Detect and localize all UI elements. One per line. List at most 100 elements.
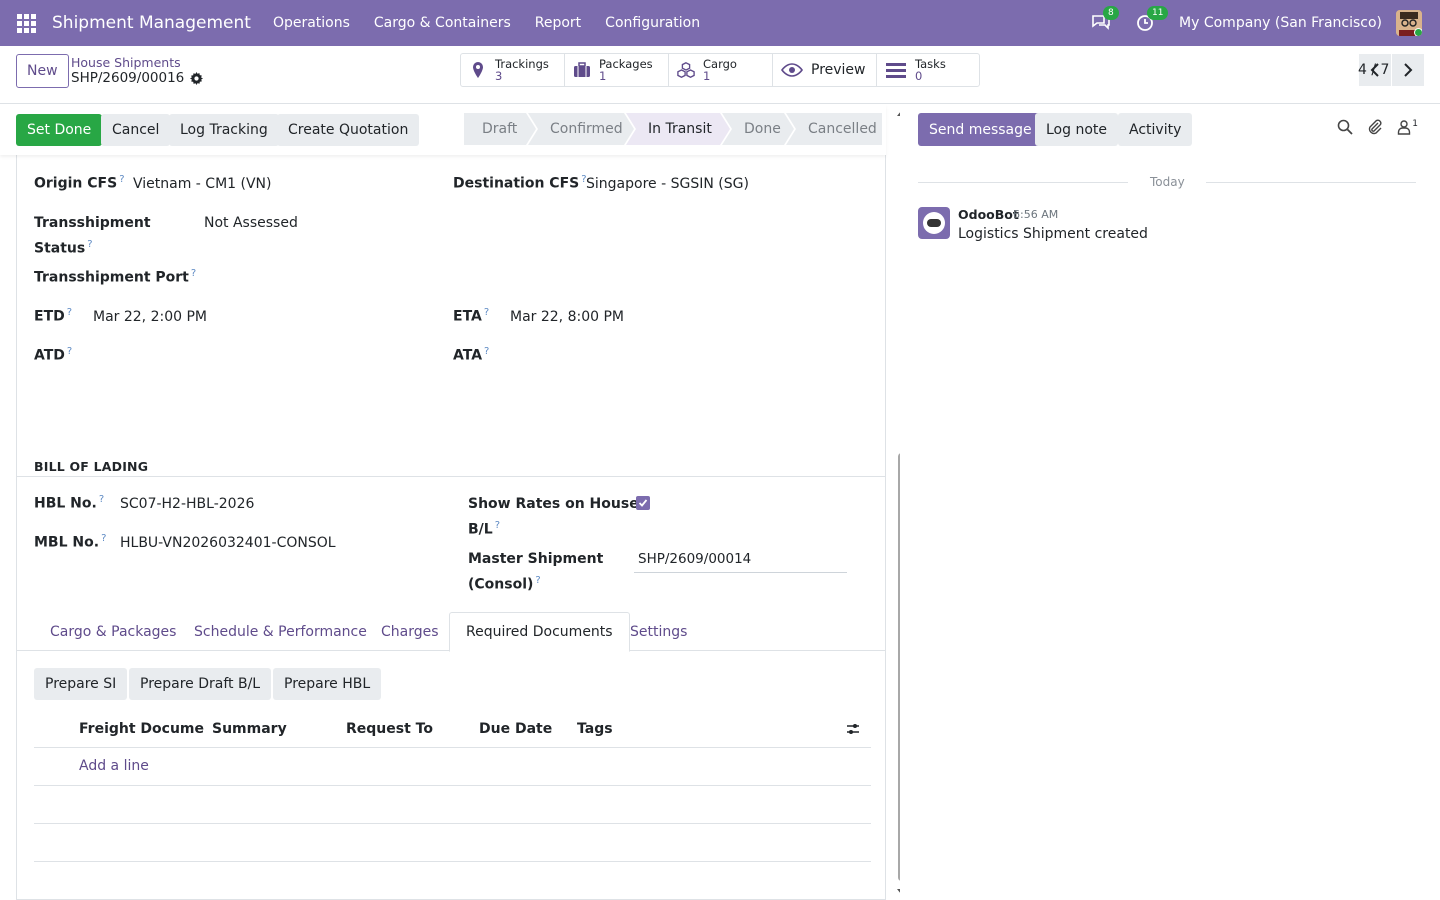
transshipment-port-label: Transshipment Port? [34,268,197,286]
set-done-button[interactable]: Set Done [16,114,103,146]
log-tracking-button[interactable]: Log Tracking [169,114,279,146]
pager-next-button[interactable] [1392,54,1424,86]
log-note-button[interactable]: Log note [1035,113,1118,146]
eta-field[interactable]: Mar 22, 8:00 PM [510,309,624,325]
search-icon[interactable] [1337,119,1353,135]
transshipment-status-field[interactable]: Not Assessed [204,215,298,231]
message-time: 6:56 AM [1013,208,1059,221]
tasks-list-icon [886,63,906,78]
bill-of-lading-section-title: BILL OF LADING [34,459,149,474]
map-pin-icon [473,62,483,78]
control-panel: New House Shipments SHP/2609/00016 Track… [0,46,1440,104]
stage-cancelled[interactable]: Cancelled [786,113,882,145]
etd-field[interactable]: Mar 22, 2:00 PM [93,309,207,325]
cubes-icon [677,62,695,78]
trackings-count: 3 [495,69,503,83]
menu-operations[interactable]: Operations [273,15,350,31]
paperclip-icon[interactable] [1367,119,1383,135]
etd-label: ETD? [34,307,73,325]
trackings-smart-button[interactable]: Trackings 3 [461,54,565,86]
hbl-no-label: HBL No.? [34,494,105,512]
odoobot-avatar[interactable] [918,207,950,239]
show-rates-label: Show Rates on House B/L? [468,496,639,538]
tab-cargo-packages[interactable]: Cargo & Packages [34,612,192,651]
activities-button[interactable]: 11 [1135,6,1169,34]
atd-label: ATD? [34,346,73,364]
new-button[interactable]: New [16,54,69,88]
table-row: Add a line [34,748,871,786]
packages-smart-button[interactable]: Packages 1 [565,54,669,86]
tasks-smart-button[interactable]: Tasks 0 [877,54,979,86]
stage-confirmed[interactable]: Confirmed [528,113,634,145]
chatter-panel: Send message Log note Activity 1 Today O… [900,105,1440,900]
optional-columns-icon[interactable] [846,722,860,736]
add-a-line-link[interactable]: Add a line [79,758,149,774]
activities-badge: 11 [1147,6,1169,20]
section-divider [17,476,886,477]
create-quotation-button[interactable]: Create Quotation [277,114,420,146]
table-row [34,786,871,824]
cargo-smart-button[interactable]: Cargo 1 [669,54,773,86]
gear-icon[interactable] [190,72,204,85]
preview-smart-button[interactable]: Preview [773,54,877,86]
stage-done[interactable]: Done [722,113,794,145]
master-shipment-label: Master Shipment (Consol)? [468,551,604,593]
menu-cargo-containers[interactable]: Cargo & Containers [374,15,511,31]
form-view: Set Done Cancel Log Tracking Create Quot… [0,105,900,900]
mbl-no-label: MBL No.? [34,533,107,551]
column-due-date[interactable]: Due Date [479,721,552,737]
messages-button[interactable]: 8 [1091,6,1119,34]
messages-badge: 8 [1103,6,1119,20]
chatter-tools: 1 [1337,119,1418,135]
table-row [34,824,871,862]
trackings-label: Trackings [495,57,549,71]
column-request-to[interactable]: Request To [346,721,433,737]
prepare-si-button[interactable]: Prepare SI [34,668,128,700]
app-title[interactable]: Shipment Management [52,13,251,33]
tab-required-documents[interactable]: Required Documents [449,612,630,652]
tab-schedule-performance[interactable]: Schedule & Performance [178,612,383,651]
followers-count: 1 [1412,119,1418,129]
cancel-button[interactable]: Cancel [101,114,171,146]
mbl-no-field[interactable]: HLBU-VN2026032401-CONSOL [120,535,336,551]
activity-button[interactable]: Activity [1118,113,1193,146]
stage-draft[interactable]: Draft [464,113,536,145]
column-freight-document[interactable]: Freight Docume... [79,721,204,737]
menu-report[interactable]: Report [535,15,581,31]
checkmark-icon [638,499,648,507]
pager: 4 / 7 [1358,54,1440,86]
followers-button[interactable]: 1 [1397,119,1418,135]
pager-value[interactable]: 4 / 7 [1358,62,1389,78]
eye-icon [781,63,803,77]
suitcase-icon [574,62,590,77]
date-separator: Today [918,175,1416,189]
stage-in-transit[interactable]: In Transit [626,113,730,145]
breadcrumb-current: SHP/2609/00016 [71,70,204,87]
master-shipment-field[interactable]: SHP/2609/00014 [634,549,847,573]
menu-configuration[interactable]: Configuration [605,15,700,31]
hbl-no-field[interactable]: SC07-H2-HBL-2026 [120,496,254,512]
form-statusbar: Set Done Cancel Log Tracking Create Quot… [0,105,886,155]
prepare-draft-bl-button[interactable]: Prepare Draft B/L [129,668,272,700]
message-body: Logistics Shipment created [958,226,1148,242]
top-navbar: Shipment Management Operations Cargo & C… [0,0,1440,46]
company-switcher[interactable]: My Company (San Francisco) [1179,15,1382,31]
send-message-button[interactable]: Send message [918,113,1043,146]
destination-cfs-field[interactable]: Singapore - SGSIN (SG) [586,176,749,192]
apps-menu-button[interactable] [0,0,52,46]
prepare-hbl-button[interactable]: Prepare HBL [273,668,382,700]
preview-label: Preview [811,62,866,78]
breadcrumb-parent[interactable]: House Shipments [71,55,203,70]
form-sheet: Origin CFS? Vietnam - CM1 (VN) Destinati… [16,155,886,900]
ata-label: ATA? [453,346,490,364]
online-status-dot [1414,28,1422,36]
tab-charges[interactable]: Charges [365,612,455,651]
origin-cfs-field[interactable]: Vietnam - CM1 (VN) [133,176,272,192]
tab-settings[interactable]: Settings [614,612,703,651]
column-summary[interactable]: Summary [212,721,287,737]
show-rates-checkbox[interactable] [636,496,650,510]
message-author[interactable]: OdooBot [958,207,1019,222]
destination-cfs-label: Destination CFS? [453,174,587,192]
user-avatar[interactable] [1396,10,1422,36]
column-tags[interactable]: Tags [577,721,613,737]
